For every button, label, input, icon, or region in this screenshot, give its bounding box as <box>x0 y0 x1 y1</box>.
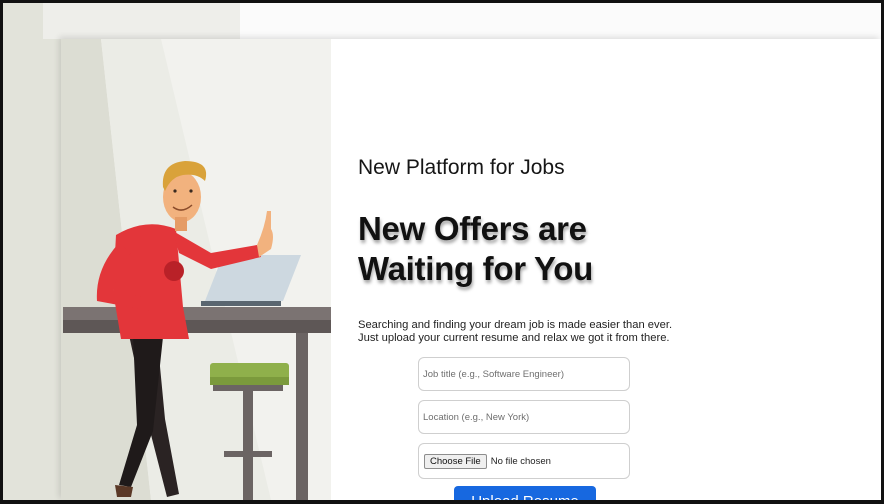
stool-leg <box>243 391 253 500</box>
hero-description: Searching and finding your dream job is … <box>358 319 672 345</box>
file-status-text: No file chosen <box>490 455 551 467</box>
hero-content: New Platform for Jobs New Offers are Wai… <box>358 39 878 500</box>
background-top-area <box>240 3 881 39</box>
hero-illustration <box>61 39 331 500</box>
desk-top <box>63 307 331 320</box>
laptop-base <box>201 301 281 306</box>
hero-subtitle: New Platform for Jobs <box>358 156 565 179</box>
stool-rim <box>213 385 283 391</box>
desk-leg <box>296 333 308 500</box>
shirt-logo <box>164 261 184 281</box>
hero-headline: New Offers are Waiting for You <box>358 209 593 289</box>
stool-seat-shade <box>210 377 289 385</box>
hero-card: New Platform for Jobs New Offers are Wai… <box>61 39 881 500</box>
desk-edge <box>63 320 331 333</box>
screen: New Platform for Jobs New Offers are Wai… <box>3 3 881 500</box>
description-line-1: Searching and finding your dream job is … <box>358 319 673 331</box>
stool-footrest <box>224 451 272 457</box>
resume-file-input[interactable]: Choose File No file chosen <box>418 443 630 479</box>
description-line-2: Just upload your current resume and rela… <box>358 332 670 344</box>
person-shoe <box>115 485 133 497</box>
person-eye-right <box>189 189 193 193</box>
upload-resume-button[interactable]: Upload Resume <box>454 486 596 500</box>
location-input[interactable] <box>418 400 630 434</box>
choose-file-button[interactable]: Choose File <box>424 453 487 469</box>
headline-line-2: Waiting for You <box>358 250 594 287</box>
background-panel <box>43 3 243 39</box>
job-title-input[interactable] <box>418 357 630 391</box>
headline-line-1: New Offers are <box>358 210 587 247</box>
person-neck <box>175 217 187 231</box>
person-eye-left <box>173 189 177 193</box>
